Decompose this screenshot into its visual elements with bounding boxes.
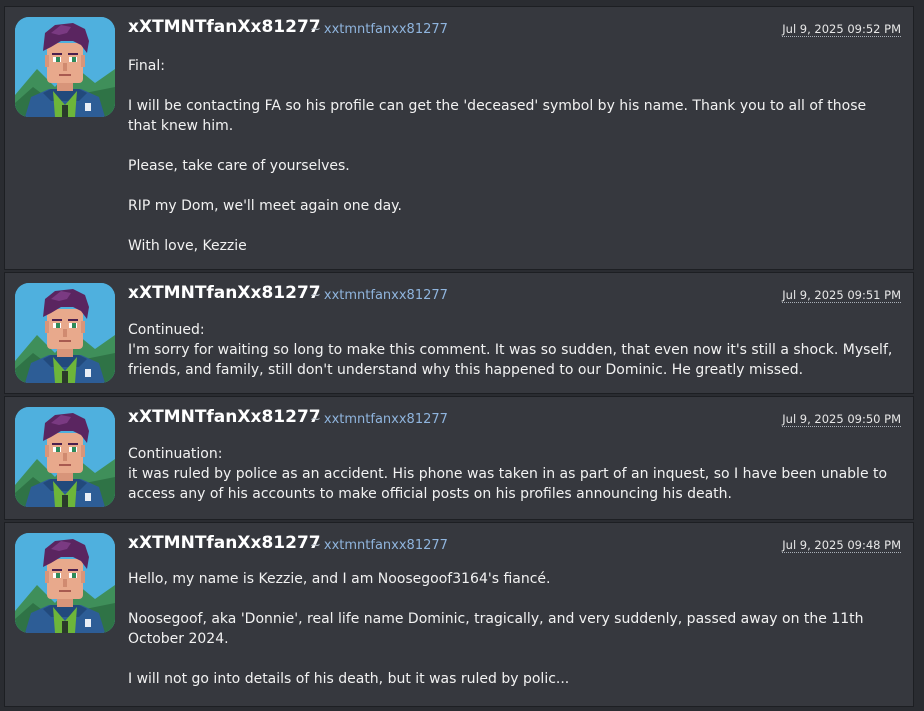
user-handle-link[interactable]: ~ xxtmntfanxx81277 (310, 288, 448, 303)
comment-timestamp[interactable]: Jul 9, 2025 09:50 PM (782, 412, 901, 427)
comment-body: Hello, my name is Kezzie, and I am Noose… (128, 569, 893, 689)
pixel-art-avatar-icon (15, 283, 115, 383)
comment-body: Continuation: it was ruled by police as … (128, 444, 893, 504)
username-link[interactable]: xXTMNTfanXx81277 (128, 17, 321, 37)
user-handle-link[interactable]: ~ xxtmntfanxx81277 (310, 22, 448, 37)
handle-text: xxtmntfanxx81277 (323, 412, 448, 427)
pixel-art-avatar-icon (15, 533, 115, 633)
comment-paragraph: I will be contacting FA so his profile c… (128, 98, 867, 134)
comment-paragraph: I will not go into details of his death,… (128, 671, 570, 687)
handle-tilde: ~ (310, 412, 321, 427)
comment-body: Continued: I'm sorry for waiting so long… (128, 320, 893, 380)
comment-body: Final: I will be contacting FA so his pr… (128, 56, 893, 256)
comment-paragraph: I'm sorry for waiting so long to make th… (128, 342, 893, 378)
user-avatar[interactable] (15, 533, 115, 633)
user-avatar[interactable] (15, 17, 115, 117)
comment-paragraph: Continued: (128, 322, 205, 338)
handle-text: xxtmntfanxx81277 (323, 538, 448, 553)
handle-tilde: ~ (310, 288, 321, 303)
pixel-art-avatar-icon (15, 17, 115, 117)
comment-paragraph: Please, take care of yourselves. (128, 158, 350, 174)
user-handle-link[interactable]: ~ xxtmntfanxx81277 (310, 538, 448, 553)
comment-timestamp[interactable]: Jul 9, 2025 09:51 PM (782, 288, 901, 303)
pixel-art-avatar-icon (15, 407, 115, 507)
handle-tilde: ~ (310, 538, 321, 553)
username-link[interactable]: xXTMNTfanXx81277 (128, 283, 321, 303)
comment-paragraph: With love, Kezzie (128, 238, 247, 254)
comment-card: xXTMNTfanXx81277 ~ xxtmntfanxx81277 Jul 9… (4, 522, 914, 707)
comment-paragraph: Final: (128, 58, 165, 74)
handle-text: xxtmntfanxx81277 (323, 288, 448, 303)
user-handle-link[interactable]: ~ xxtmntfanxx81277 (310, 412, 448, 427)
comment-card: xXTMNTfanXx81277 ~ xxtmntfanxx81277 Jul 9… (4, 396, 914, 520)
comment-timestamp[interactable]: Jul 9, 2025 09:52 PM (782, 22, 901, 37)
comment-paragraph: it was ruled by police as an accident. H… (128, 466, 888, 502)
username-link[interactable]: xXTMNTfanXx81277 (128, 407, 321, 427)
user-avatar[interactable] (15, 283, 115, 383)
comment-paragraph: Hello, my name is Kezzie, and I am Noose… (128, 571, 551, 587)
username-link[interactable]: xXTMNTfanXx81277 (128, 533, 321, 553)
handle-tilde: ~ (310, 22, 321, 37)
comment-paragraph: RIP my Dom, we'll meet again one day. (128, 198, 402, 214)
comment-card: xXTMNTfanXx81277 ~ xxtmntfanxx81277 Jul 9… (4, 272, 914, 394)
comment-paragraph: Continuation: (128, 446, 223, 462)
user-avatar[interactable] (15, 407, 115, 507)
comment-timestamp[interactable]: Jul 9, 2025 09:48 PM (782, 538, 901, 553)
comment-paragraph: Noosegoof, aka 'Donnie', real life name … (128, 611, 864, 647)
comment-card: xXTMNTfanXx81277 ~ xxtmntfanxx81277 Jul 9… (4, 6, 914, 270)
comment-feed: xXTMNTfanXx81277 ~ xxtmntfanxx81277 Jul 9… (0, 0, 924, 711)
handle-text: xxtmntfanxx81277 (323, 22, 448, 37)
